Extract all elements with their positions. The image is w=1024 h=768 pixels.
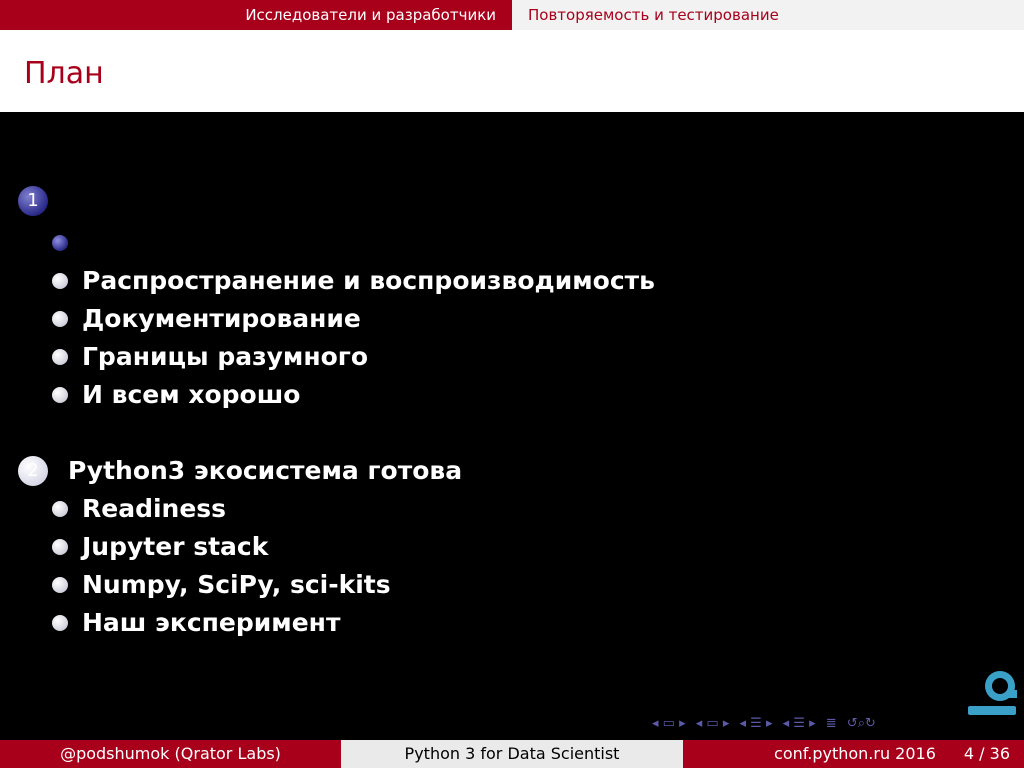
beamer-navigation-controls: ◂ ▭ ▸ ◂ ▭ ▸ ◂ ☰ ▸ ◂ ☰ ▸ ≣ ↺⌕↻ — [652, 716, 1022, 738]
section-title: Python3 экосистема готова — [68, 456, 463, 485]
bullet-icon — [52, 577, 68, 593]
list-item[interactable]: Readiness — [52, 490, 391, 528]
item-label: Readiness — [82, 494, 227, 523]
list-item[interactable]: Распространение и воспроизводимость — [52, 262, 655, 300]
section-1-items: Распространение и воспроизводимость Доку… — [52, 224, 655, 414]
item-label: И всем хорошо — [82, 380, 301, 409]
frame-title: План — [24, 56, 104, 91]
align-icon[interactable]: ≣ — [826, 716, 837, 731]
section-number-badge: 2 — [18, 456, 48, 486]
list-item[interactable]: Numpy, SciPy, sci-kits — [52, 566, 391, 604]
section-2-items: Readiness Jupyter stack Numpy, SciPy, sc… — [52, 490, 391, 642]
list-item[interactable]: Jupyter stack — [52, 528, 391, 566]
slide-content: 1 Распространение и воспроизводимость До… — [0, 112, 1024, 740]
item-label: Границы разумного — [82, 342, 369, 371]
qrator-logo-icon — [968, 671, 1017, 715]
bullet-icon — [52, 615, 68, 631]
prev-subsection-icon[interactable]: ◂ ☰ ▸ — [740, 716, 773, 731]
item-label: Наш эксперимент — [82, 608, 341, 637]
footer-author: @podshumok (Qrator Labs) — [0, 740, 341, 768]
bullet-icon — [52, 273, 68, 289]
bullet-icon — [52, 311, 68, 327]
item-label: Jupyter stack — [82, 532, 269, 561]
bullet-icon — [52, 349, 68, 365]
search-icon[interactable]: ↺⌕↻ — [847, 716, 876, 731]
nav-section-researchers[interactable]: Исследователи и разработчики — [0, 0, 512, 30]
item-label: Распространение и воспроизводимость — [82, 266, 655, 295]
item-label: Numpy, SciPy, sci-kits — [82, 570, 391, 599]
list-item[interactable]: Границы разумного — [52, 338, 655, 376]
list-item[interactable]: Документирование — [52, 300, 655, 338]
prev-frame-icon[interactable]: ◂ ▭ ▸ — [652, 716, 686, 731]
frame-title-bar: План — [0, 30, 1024, 112]
list-item[interactable]: Наш эксперимент — [52, 604, 391, 642]
footer: @podshumok (Qrator Labs) Python 3 for Da… — [0, 740, 1024, 768]
bullet-icon — [52, 539, 68, 555]
list-item[interactable]: И всем хорошо — [52, 376, 655, 414]
bullet-icon — [52, 387, 68, 403]
next-section-icon[interactable]: ◂ ☰ ▸ — [783, 716, 816, 731]
list-item[interactable] — [52, 224, 655, 262]
bullet-icon — [52, 501, 68, 517]
page-number: 4 / 36 — [963, 744, 1010, 763]
section-number-badge: 1 — [18, 186, 48, 216]
header-navigation: Исследователи и разработчики Повторяемос… — [0, 0, 1024, 30]
item-label: Документирование — [82, 304, 361, 333]
bullet-icon — [52, 235, 68, 251]
next-frame-icon[interactable]: ◂ ▭ ▸ — [696, 716, 730, 731]
footer-venue: conf.python.ru 2016 4 / 36 — [683, 740, 1024, 768]
nav-section-reproducibility[interactable]: Повторяемость и тестирование — [512, 0, 795, 30]
footer-talk-title: Python 3 for Data Scientist — [341, 740, 683, 768]
footer-venue-label: conf.python.ru 2016 — [774, 744, 936, 763]
